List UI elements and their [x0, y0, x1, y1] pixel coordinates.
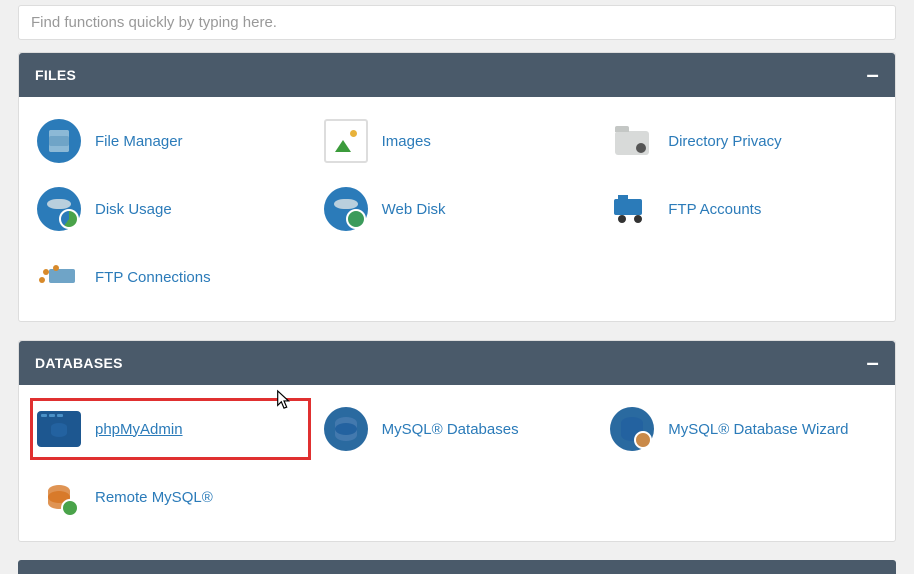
images-link[interactable]: Images: [382, 133, 431, 150]
directory-privacy-link[interactable]: Directory Privacy: [668, 133, 781, 150]
disk-usage-icon: [37, 187, 81, 231]
images-item[interactable]: Images: [314, 107, 601, 175]
databases-panel-title: DATABASES: [35, 355, 123, 371]
next-panel-header[interactable]: [18, 560, 896, 574]
images-icon: [324, 119, 368, 163]
web-disk-icon: [324, 187, 368, 231]
file-manager-item[interactable]: File Manager: [27, 107, 314, 175]
ftp-accounts-item[interactable]: FTP Accounts: [600, 175, 887, 243]
search-input[interactable]: [31, 14, 883, 31]
user-icon: [618, 195, 628, 205]
mysql-databases-link[interactable]: MySQL® Databases: [382, 421, 519, 438]
collapse-icon[interactable]: –: [866, 64, 879, 86]
databases-panel: DATABASES – phpMyAdmin MySQL® Databases …: [18, 340, 896, 542]
remote-mysql-icon: [37, 475, 81, 519]
files-panel-body: File Manager Images Directory Privacy Di…: [19, 97, 895, 321]
mysql-wizard-link[interactable]: MySQL® Database Wizard: [668, 421, 848, 438]
phpmyadmin-item[interactable]: phpMyAdmin: [27, 395, 314, 463]
disk-usage-item[interactable]: Disk Usage: [27, 175, 314, 243]
collapse-icon[interactable]: –: [866, 352, 879, 374]
file-manager-icon: [37, 119, 81, 163]
databases-panel-header[interactable]: DATABASES –: [19, 341, 895, 385]
ftp-accounts-link[interactable]: FTP Accounts: [668, 201, 761, 218]
ftp-connections-link[interactable]: FTP Connections: [95, 269, 211, 286]
remote-mysql-item[interactable]: Remote MySQL®: [27, 463, 314, 531]
files-panel-header[interactable]: FILES –: [19, 53, 895, 97]
ftp-connections-icon: [37, 255, 81, 299]
disk-usage-link[interactable]: Disk Usage: [95, 201, 172, 218]
folder-icon: [610, 119, 654, 163]
mysql-wizard-item[interactable]: MySQL® Database Wizard: [600, 395, 887, 463]
phpmyadmin-link[interactable]: phpMyAdmin: [95, 421, 183, 438]
file-manager-link[interactable]: File Manager: [95, 133, 183, 150]
web-disk-item[interactable]: Web Disk: [314, 175, 601, 243]
files-panel: FILES – File Manager Images Directory Pr…: [18, 52, 896, 322]
web-disk-link[interactable]: Web Disk: [382, 201, 446, 218]
remote-mysql-link[interactable]: Remote MySQL®: [95, 489, 213, 506]
search-bar[interactable]: [18, 5, 896, 40]
mysql-databases-item[interactable]: MySQL® Databases: [314, 395, 601, 463]
ftp-accounts-icon: [610, 187, 654, 231]
files-panel-title: FILES: [35, 67, 76, 83]
lock-icon: [636, 143, 646, 153]
ftp-connections-item[interactable]: FTP Connections: [27, 243, 314, 311]
databases-panel-body: phpMyAdmin MySQL® Databases MySQL® Datab…: [19, 385, 895, 541]
mysql-wizard-icon: [610, 407, 654, 451]
phpmyadmin-icon: [37, 411, 81, 447]
mysql-databases-icon: [324, 407, 368, 451]
directory-privacy-item[interactable]: Directory Privacy: [600, 107, 887, 175]
